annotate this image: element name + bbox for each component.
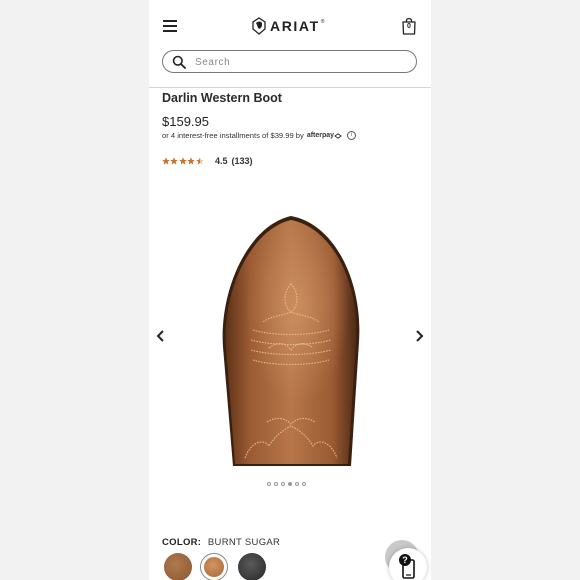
svg-text:?: ?	[402, 555, 408, 565]
selected-color-name: BURNT SUGAR	[207, 537, 281, 548]
product-rating[interactable]: 4.5 (133)	[162, 156, 252, 166]
pagination-dot[interactable]	[274, 482, 278, 486]
star-icon	[195, 157, 204, 165]
color-selector-label: COLOR: BURNT SUGAR	[162, 537, 280, 548]
previous-image-arrow-icon[interactable]	[155, 329, 167, 343]
product-image-gallery[interactable]	[149, 190, 431, 486]
rating-value: 4.5	[214, 156, 228, 166]
pagination-dot[interactable]	[295, 482, 299, 486]
help-phone-icon: ?	[399, 554, 415, 579]
brand-logo[interactable]: ARIAT ®	[251, 16, 324, 36]
rating-stars	[162, 157, 204, 165]
installments-text: or 4 interest-free installments of $39.9…	[162, 131, 304, 140]
brand-name: ARIAT	[270, 18, 320, 34]
search-bar[interactable]	[162, 50, 417, 73]
star-icon	[187, 157, 195, 165]
search-icon[interactable]	[172, 55, 186, 69]
pagination-dot[interactable]	[281, 482, 285, 486]
pagination-dot-active[interactable]	[288, 482, 292, 486]
afterpay-logo: afterpay	[306, 132, 335, 139]
info-icon[interactable]: i	[347, 131, 357, 140]
afterpay-arrows-icon	[334, 132, 342, 139]
star-icon	[162, 157, 170, 165]
color-swatch[interactable]	[238, 553, 266, 580]
search-input[interactable]	[193, 53, 412, 72]
star-icon	[170, 157, 179, 165]
help-button[interactable]: ?	[389, 548, 427, 580]
product-page: ARIAT ® 0 Darlin Western Boot $159.95 or…	[149, 0, 431, 580]
pagination-dot[interactable]	[302, 482, 306, 486]
pagination-dot[interactable]	[267, 482, 271, 486]
product-image-boot	[222, 216, 360, 466]
hamburger-menu-icon[interactable]	[163, 20, 177, 32]
star-icon	[179, 157, 187, 165]
trademark-symbol: ®	[320, 19, 325, 25]
color-swatch[interactable]	[164, 553, 192, 580]
gallery-pagination	[267, 482, 309, 486]
shopping-bag-button[interactable]: 0	[401, 17, 417, 35]
header-divider	[149, 87, 431, 88]
ariat-horse-head-icon	[252, 17, 266, 35]
color-swatch-selected[interactable]	[200, 553, 228, 580]
product-title: Darlin Western Boot	[162, 91, 282, 105]
next-image-arrow-icon[interactable]	[413, 329, 425, 343]
color-label: COLOR:	[162, 537, 202, 548]
cart-count: 0	[407, 23, 411, 30]
product-price: $159.95	[162, 114, 209, 129]
installments-info: or 4 interest-free installments of $39.9…	[162, 131, 357, 140]
review-count[interactable]: (133)	[231, 156, 252, 166]
